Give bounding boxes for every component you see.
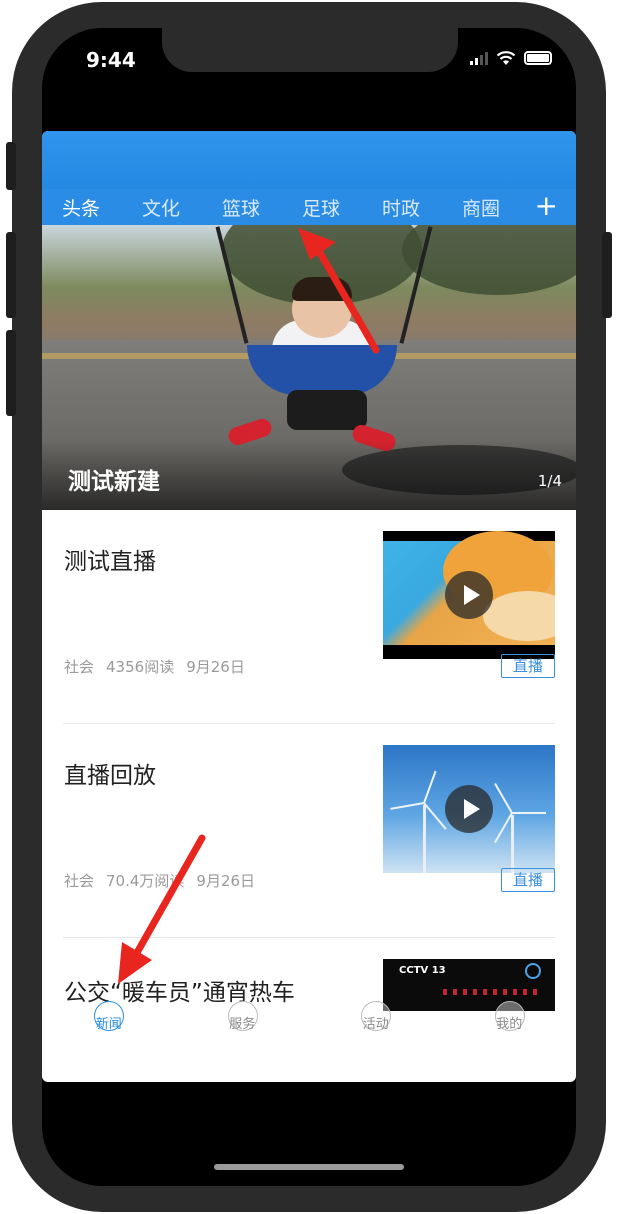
nav-item-news[interactable]: 新闻 bbox=[42, 997, 176, 1041]
play-icon[interactable] bbox=[445, 785, 493, 833]
news-thumbnail bbox=[383, 531, 555, 659]
news-meta: 社会 4356阅读 9月26日 bbox=[64, 656, 245, 677]
channel-logo-icon bbox=[525, 963, 541, 979]
status-icons bbox=[470, 50, 552, 66]
status-time: 9:44 bbox=[86, 48, 136, 72]
add-icon[interactable]: + bbox=[535, 189, 558, 223]
volume-up-button bbox=[6, 232, 16, 318]
news-title: 测试直播 bbox=[64, 549, 156, 575]
banner-page-indicator: 1/4 bbox=[537, 472, 562, 490]
nav-label: 活动 bbox=[362, 1017, 389, 1032]
news-item[interactable]: 测试直播 社会 4356阅读 9月26日 直播 bbox=[63, 510, 555, 724]
news-item[interactable]: 直播回放 社会 70.4万阅读 9月26日 直播 bbox=[63, 724, 555, 938]
live-badge: 直播 bbox=[501, 868, 555, 892]
power-button bbox=[602, 232, 612, 318]
child-legs bbox=[287, 390, 367, 430]
child-hair bbox=[292, 277, 352, 301]
tab-culture[interactable]: 文化 bbox=[142, 194, 222, 221]
banner-title: 测试新建 bbox=[68, 469, 160, 495]
turbine bbox=[511, 815, 514, 873]
play-icon[interactable] bbox=[445, 571, 493, 619]
turbine bbox=[423, 770, 437, 804]
signal-icon bbox=[470, 51, 488, 65]
tab-business[interactable]: 商圈 bbox=[462, 194, 542, 221]
banner-carousel[interactable]: 测试新建 1/4 bbox=[42, 225, 576, 510]
tab-headlines[interactable]: 头条 bbox=[62, 194, 142, 228]
bottom-nav: 新闻 服务 活动 我的 bbox=[42, 997, 576, 1041]
notch bbox=[162, 28, 458, 72]
silent-switch bbox=[6, 142, 16, 190]
nav-item-profile[interactable]: 我的 bbox=[443, 997, 577, 1041]
tab-politics[interactable]: 时政 bbox=[382, 194, 462, 221]
news-date: 9月26日 bbox=[186, 658, 245, 676]
nav-label: 新闻 bbox=[95, 1017, 122, 1032]
battery-icon bbox=[524, 51, 552, 65]
news-date: 9月26日 bbox=[196, 872, 256, 890]
news-category: 社会 bbox=[64, 658, 95, 676]
news-reads: 4356阅读 bbox=[106, 658, 175, 676]
nav-label: 服务 bbox=[229, 1017, 256, 1032]
news-thumbnail bbox=[383, 745, 555, 873]
turbine bbox=[494, 783, 513, 814]
cctv-logo: CCTV 13 bbox=[399, 965, 446, 976]
tab-football[interactable]: 足球 bbox=[302, 194, 382, 221]
live-badge: 直播 bbox=[501, 654, 555, 678]
wifi-icon bbox=[496, 51, 516, 65]
news-meta: 社会 70.4万阅读 9月26日 bbox=[64, 870, 255, 891]
app-header bbox=[42, 131, 576, 189]
news-title: 直播回放 bbox=[64, 763, 156, 789]
home-indicator bbox=[214, 1164, 404, 1170]
category-tabs: 头条 文化 篮球 足球 时政 商圈 + bbox=[42, 189, 576, 228]
tab-basketball[interactable]: 篮球 bbox=[222, 194, 302, 221]
news-category: 社会 bbox=[64, 872, 95, 890]
night-lights bbox=[443, 989, 543, 995]
turbine bbox=[423, 802, 447, 830]
nav-item-activities[interactable]: 活动 bbox=[309, 997, 443, 1041]
volume-down-button bbox=[6, 330, 16, 416]
turbine bbox=[512, 812, 546, 814]
nav-label: 我的 bbox=[496, 1017, 523, 1032]
app-window: 头条 文化 篮球 足球 时政 商圈 + 测试新建 1/4 测试直播 社会 435… bbox=[42, 131, 576, 1082]
turbine bbox=[423, 805, 426, 873]
news-reads: 70.4万阅读 bbox=[106, 872, 185, 890]
turbine bbox=[390, 802, 425, 810]
phone-screen: 9:44 头条 文化 篮球 足球 时政 商圈 + 测试新建 1/4 测试直播 社… bbox=[42, 28, 576, 1186]
cartoon-shape bbox=[483, 591, 555, 641]
nav-item-services[interactable]: 服务 bbox=[176, 997, 310, 1041]
